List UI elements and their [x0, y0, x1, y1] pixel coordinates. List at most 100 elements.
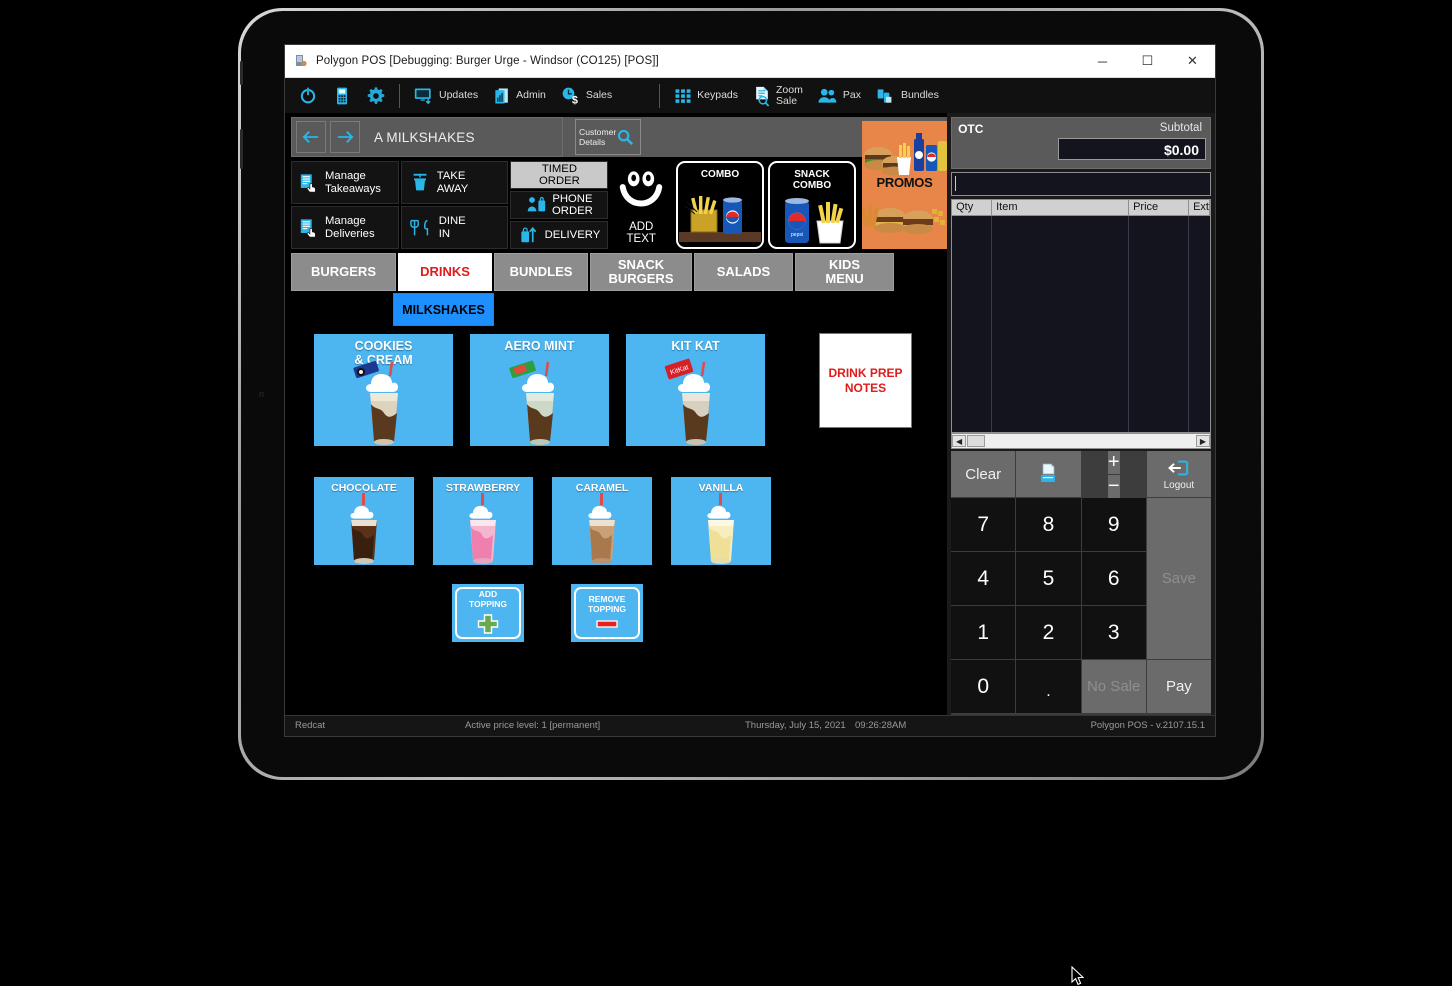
subtab-milkshakes-label: MILKSHAKES: [402, 302, 485, 317]
tab-kids-menu[interactable]: KIDS MENU: [795, 253, 894, 291]
tab-drinks[interactable]: DRINKS: [398, 253, 492, 291]
order-entry-input[interactable]: [951, 172, 1211, 196]
smiley-button[interactable]: [610, 161, 672, 215]
toolbar-updates-label: Updates: [439, 89, 479, 102]
screenshot-root: n Polygon POS [Debugging: Burger Urge - …: [0, 0, 1452, 986]
subtab-milkshakes[interactable]: MILKSHAKES: [393, 293, 494, 326]
logout-button[interactable]: Logout: [1146, 451, 1211, 497]
product-grid: COOKIES & CREAM AERO MINT KIT KAT KitKat…: [285, 326, 1085, 986]
page-title: A MILKSHAKES: [360, 129, 562, 145]
minus-button[interactable]: −: [1107, 474, 1120, 498]
key-1[interactable]: 1: [951, 606, 1016, 659]
product-caramel[interactable]: CARAMEL: [552, 477, 652, 565]
scroll-thumb[interactable]: [967, 435, 986, 447]
column-header-item: Item: [992, 200, 1130, 215]
toolbar-admin[interactable]: Admin: [485, 81, 553, 111]
toolbar-keypads[interactable]: Keypads: [666, 81, 745, 111]
status-date: Thursday, July 15, 2021: [745, 720, 846, 731]
close-button[interactable]: ✕: [1170, 45, 1215, 77]
key-3[interactable]: 3: [1081, 606, 1146, 659]
status-price-level: Active price level: 1 [permanent]: [465, 720, 601, 731]
minimize-button[interactable]: ─: [1080, 45, 1125, 77]
grid-col-item: [992, 216, 1130, 432]
tab-salads-label: SALADS: [716, 264, 771, 279]
delivery-button[interactable]: DELIVERY: [510, 221, 609, 249]
product-kit-kat[interactable]: KIT KAT KitKat: [626, 334, 765, 446]
product-strawberry[interactable]: STRAWBERRY: [433, 477, 533, 565]
toolbar-pax-label: Pax: [842, 89, 861, 102]
function-button-row: Manage Takeaways Manage Deliveries TAKE …: [291, 121, 947, 249]
clear-button[interactable]: Clear: [951, 451, 1016, 497]
order-grid-body[interactable]: [951, 216, 1211, 433]
product-cookies-and-cream[interactable]: COOKIES & CREAM: [314, 334, 453, 446]
toolbar-sales[interactable]: $ Sales: [553, 81, 619, 111]
tab-bundles[interactable]: BUNDLES: [494, 253, 588, 291]
phone-order-button[interactable]: PHONE ORDER: [510, 191, 609, 219]
combo-buttons: COMBO SNACK COMBO pepsi PROMOS: [675, 121, 947, 249]
key-decimal[interactable]: .: [1016, 660, 1081, 713]
manage-takeaways-icon: [300, 173, 316, 192]
search-icon: [618, 129, 634, 146]
people-icon: [818, 88, 837, 103]
print-button[interactable]: [1016, 451, 1081, 497]
toolbar-updates[interactable]: Updates: [406, 81, 485, 111]
toolbar-bundles[interactable]: Bundles: [868, 81, 946, 111]
product-vanilla[interactable]: VANILLA: [671, 477, 771, 565]
grid-col-qty: [952, 216, 993, 432]
remove-topping-button[interactable]: REMOVE TOPPING: [571, 584, 643, 642]
main-toolbar: Updates Admin $ Sales Keypads Zoom Sale: [285, 78, 1215, 113]
add-text-label: ADD TEXT: [626, 220, 656, 246]
dine-in-button[interactable]: DINE IN: [400, 206, 509, 249]
key-4[interactable]: 4: [951, 552, 1016, 605]
manage-deliveries-button[interactable]: Manage Deliveries: [291, 206, 399, 249]
add-text-button[interactable]: ADD TEXT: [610, 217, 672, 249]
timed-order-button[interactable]: TIMED ORDER: [510, 161, 609, 189]
order-type-column: TAKE AWAY DINE IN: [400, 161, 509, 249]
drink-prep-notes-button[interactable]: DRINK PREP NOTES: [819, 333, 912, 428]
plus-button[interactable]: +: [1107, 450, 1120, 474]
remove-topping-inner: REMOVE TOPPING: [574, 587, 640, 639]
window-controls: ─ ☐ ✕: [1080, 45, 1215, 77]
manage-takeaways-button[interactable]: Manage Takeaways: [291, 161, 399, 204]
toolbar-pax[interactable]: Pax: [810, 81, 868, 111]
key-5[interactable]: 5: [1016, 552, 1081, 605]
no-sale-button[interactable]: No Sale: [1081, 660, 1146, 713]
scroll-left-arrow[interactable]: ◀: [952, 435, 967, 447]
column-header-qty: Qty: [952, 200, 993, 215]
promos-banner[interactable]: PROMOS: [861, 121, 947, 249]
toolbar-bundles-label: Bundles: [900, 89, 939, 102]
tab-burgers[interactable]: BURGERS: [291, 253, 396, 291]
toolbar-settings[interactable]: [359, 81, 393, 111]
forward-button[interactable]: [330, 121, 360, 153]
toolbar-separator-1: [399, 83, 400, 108]
product-aero-mint[interactable]: AERO MINT: [470, 334, 609, 446]
otc-header: OTC Subtotal $0.00: [951, 117, 1211, 169]
key-0[interactable]: 0: [951, 660, 1016, 713]
toolbar-zoom-sale[interactable]: Zoom Sale: [745, 81, 810, 111]
toolbar-power[interactable]: [291, 81, 325, 111]
save-button[interactable]: Save: [1146, 498, 1211, 659]
key-2[interactable]: 2: [1016, 606, 1081, 659]
toolbar-admin-label: Admin: [516, 89, 546, 102]
key-9[interactable]: 9: [1081, 498, 1146, 551]
combo-button[interactable]: COMBO: [675, 161, 764, 249]
scroll-right-arrow[interactable]: ▶: [1196, 435, 1210, 447]
back-button[interactable]: [296, 121, 326, 153]
key-6[interactable]: 6: [1081, 552, 1146, 605]
take-away-button[interactable]: TAKE AWAY: [400, 161, 509, 204]
customer-details-button[interactable]: Customer Details: [575, 119, 641, 155]
order-grid-hscrollbar[interactable]: ◀ ▶: [951, 433, 1211, 449]
product-chocolate[interactable]: CHOCOLATE: [314, 477, 414, 565]
header-filler: [563, 117, 569, 157]
key-7[interactable]: 7: [951, 498, 1016, 551]
aero-mint-shake-icon: [509, 360, 554, 445]
add-topping-button[interactable]: ADD TOPPING: [452, 584, 524, 642]
toolbar-terminal[interactable]: [325, 81, 359, 111]
toolbar-sales-label: Sales: [585, 89, 613, 102]
key-8[interactable]: 8: [1016, 498, 1081, 551]
tab-salads[interactable]: SALADS: [694, 253, 793, 291]
pay-button[interactable]: Pay: [1146, 660, 1211, 713]
snack-combo-button[interactable]: SNACK COMBO pepsi: [767, 161, 856, 249]
tab-snack-burgers[interactable]: SNACK BURGERS: [590, 253, 692, 291]
maximize-button[interactable]: ☐: [1125, 45, 1170, 77]
